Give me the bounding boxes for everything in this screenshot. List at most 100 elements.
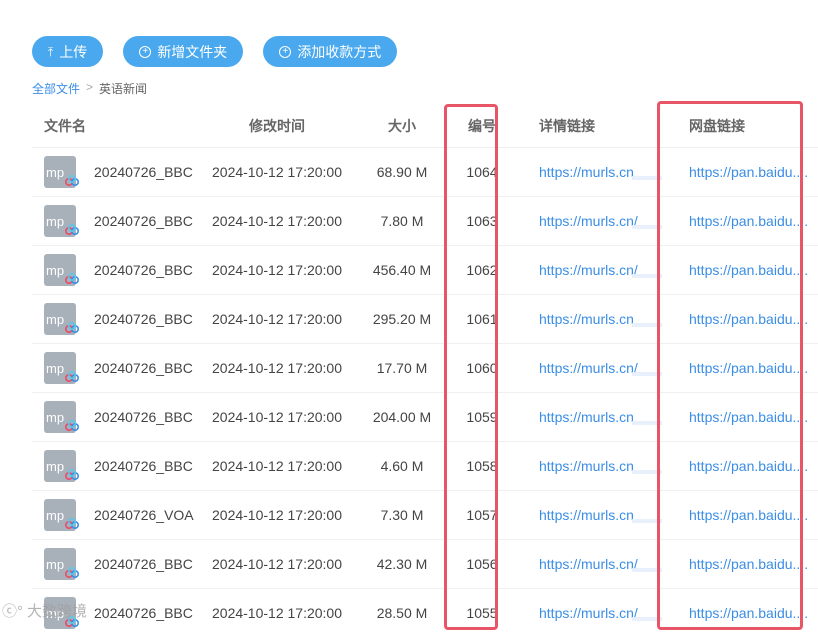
table-row[interactable]: mp 20240726_BBC 2024-10-12 17:20:00 204.00 … xyxy=(32,393,818,442)
file-name-cell[interactable]: mp 20240726_BBC xyxy=(32,401,202,433)
file-name[interactable]: 20240726_BBC xyxy=(94,409,193,425)
breadcrumb-separator: > xyxy=(86,80,94,94)
table-header: 文件名 修改时间 大小 编号 详情链接 网盘链接 xyxy=(32,104,818,148)
rings-icon xyxy=(64,469,80,481)
upload-button[interactable]: ⤒ 上传 xyxy=(32,36,104,67)
file-number: 1063 xyxy=(466,213,498,229)
video-file-icon: mp xyxy=(44,303,80,335)
table-row[interactable]: mp 20240726_BBC 2024-10-12 17:20:00 28.50 M… xyxy=(32,589,818,632)
redaction-blur xyxy=(632,225,662,229)
file-name-cell[interactable]: mp 20240726_VOA xyxy=(32,499,202,531)
file-name[interactable]: 20240726_BBC xyxy=(94,605,193,621)
file-number: 1059 xyxy=(466,409,498,425)
file-number: 1056 xyxy=(466,556,498,572)
rings-icon xyxy=(64,518,80,530)
detail-link[interactable]: https://murls.cn xyxy=(512,458,662,474)
file-name[interactable]: 20240726_BBC xyxy=(94,262,193,278)
add-payment-button[interactable]: + 添加收款方式 xyxy=(263,36,398,67)
table-row[interactable]: mp 20240726_VOA 2024-10-12 17:20:00 7.30 M 1… xyxy=(32,491,818,540)
file-name-cell[interactable]: mp 20240726_BBC xyxy=(32,254,202,286)
file-name-cell[interactable]: mp 20240726_BBC xyxy=(32,548,202,580)
file-type-label: mp xyxy=(46,262,65,278)
file-name-cell[interactable]: mp 20240726_BBC xyxy=(32,156,202,188)
table-row[interactable]: mp 20240726_BBC 2024-10-12 17:20:00 42.30 M… xyxy=(32,540,818,589)
watermark: ⓒ° 大数跨境 xyxy=(2,600,87,621)
file-size: 68.90 M xyxy=(376,164,428,180)
pan-link[interactable]: https://pan.baidu.... xyxy=(662,605,818,621)
detail-link-text[interactable]: https://murls.cn xyxy=(539,507,634,523)
new-folder-button[interactable]: + 新增文件夹 xyxy=(123,36,244,67)
detail-link[interactable]: https://murls.cn xyxy=(512,311,662,327)
file-name-cell[interactable]: mp 20240726_BBC xyxy=(32,303,202,335)
file-type-label: mp xyxy=(46,556,65,572)
detail-link-text[interactable]: https://murls.cn/ xyxy=(539,605,638,621)
pan-link[interactable]: https://pan.baidu.... xyxy=(662,556,818,572)
upload-icon: ⤒ xyxy=(48,44,54,59)
detail-link[interactable]: https://murls.cn/ xyxy=(512,605,662,621)
pan-link[interactable]: https://pan.baidu.... xyxy=(662,311,818,327)
header-name[interactable]: 文件名 xyxy=(32,116,202,136)
file-name[interactable]: 20240726_BBC xyxy=(94,164,193,180)
breadcrumb-root[interactable]: 全部文件 xyxy=(32,80,80,97)
detail-link[interactable]: https://murls.cn xyxy=(512,164,662,180)
detail-link-text[interactable]: https://murls.cn xyxy=(539,409,634,425)
detail-link[interactable]: https://murls.cn/ xyxy=(512,360,662,376)
table-row[interactable]: mp 20240726_BBC 2024-10-12 17:20:00 456.40 … xyxy=(32,246,818,295)
file-name[interactable]: 20240726_BBC xyxy=(94,556,193,572)
rings-icon xyxy=(64,567,80,579)
modified-time: 2024-10-12 17:20:00 xyxy=(212,458,342,474)
pan-link[interactable]: https://pan.baidu.... xyxy=(662,458,818,474)
toolbar: ⤒ 上传 + 新增文件夹 + 添加收款方式 xyxy=(32,36,398,67)
pan-link[interactable]: https://pan.baidu.... xyxy=(662,213,818,229)
header-time[interactable]: 修改时间 xyxy=(202,116,352,136)
detail-link[interactable]: https://murls.cn/ xyxy=(512,556,662,572)
detail-link-text[interactable]: https://murls.cn xyxy=(539,311,634,327)
table-row[interactable]: mp 20240726_BBC 2024-10-12 17:20:00 4.60 M 1… xyxy=(32,442,818,491)
add-payment-label: 添加收款方式 xyxy=(297,43,382,60)
modified-time: 2024-10-12 17:20:00 xyxy=(212,360,342,376)
table-row[interactable]: mp 20240726_BBC 2024-10-12 17:20:00 68.90 M… xyxy=(32,148,818,197)
file-size: 28.50 M xyxy=(376,605,428,621)
video-file-icon: mp xyxy=(44,352,80,384)
file-name-cell[interactable]: mp 20240726_BBC xyxy=(32,205,202,237)
redaction-blur xyxy=(632,323,662,327)
modified-time: 2024-10-12 17:20:00 xyxy=(212,556,342,572)
detail-link[interactable]: https://murls.cn xyxy=(512,507,662,523)
header-detail: 详情链接 xyxy=(539,117,595,134)
pan-link[interactable]: https://pan.baidu.... xyxy=(662,409,818,425)
detail-link-text[interactable]: https://murls.cn/ xyxy=(539,556,638,572)
modified-time: 2024-10-12 17:20:00 xyxy=(212,605,342,621)
detail-link-text[interactable]: https://murls.cn xyxy=(539,164,634,180)
pan-link[interactable]: https://pan.baidu.... xyxy=(662,507,818,523)
pan-link[interactable]: https://pan.baidu.... xyxy=(662,262,818,278)
upload-label: 上传 xyxy=(59,43,88,60)
detail-link-text[interactable]: https://murls.cn/ xyxy=(539,213,638,229)
modified-time: 2024-10-12 17:20:00 xyxy=(212,507,342,523)
header-size[interactable]: 大小 xyxy=(352,116,452,136)
rings-icon xyxy=(64,371,80,383)
file-name[interactable]: 20240726_BBC xyxy=(94,213,193,229)
redaction-blur xyxy=(632,421,662,425)
detail-link[interactable]: https://murls.cn xyxy=(512,409,662,425)
detail-link-text[interactable]: https://murls.cn xyxy=(539,458,634,474)
pan-link[interactable]: https://pan.baidu.... xyxy=(662,164,818,180)
table-row[interactable]: mp 20240726_BBC 2024-10-12 17:20:00 7.80 M 1… xyxy=(32,197,818,246)
detail-link[interactable]: https://murls.cn/ xyxy=(512,262,662,278)
file-name[interactable]: 20240726_BBC xyxy=(94,311,193,327)
header-number[interactable]: 编号 xyxy=(452,116,512,136)
file-type-label: mp xyxy=(46,458,65,474)
file-name[interactable]: 20240726_BBC xyxy=(94,458,193,474)
plus-circle-icon: + xyxy=(279,45,292,58)
file-name-cell[interactable]: mp 20240726_BBC xyxy=(32,352,202,384)
detail-link[interactable]: https://murls.cn/ xyxy=(512,213,662,229)
table-row[interactable]: mp 20240726_BBC 2024-10-12 17:20:00 17.70 M… xyxy=(32,344,818,393)
file-number: 1060 xyxy=(466,360,498,376)
table-row[interactable]: mp 20240726_BBC 2024-10-12 17:20:00 295.20 … xyxy=(32,295,818,344)
modified-time: 2024-10-12 17:20:00 xyxy=(212,409,342,425)
detail-link-text[interactable]: https://murls.cn/ xyxy=(539,360,638,376)
file-name[interactable]: 20240726_BBC xyxy=(94,360,193,376)
file-name[interactable]: 20240726_VOA xyxy=(94,507,194,523)
pan-link[interactable]: https://pan.baidu.... xyxy=(662,360,818,376)
file-name-cell[interactable]: mp 20240726_BBC xyxy=(32,450,202,482)
detail-link-text[interactable]: https://murls.cn/ xyxy=(539,262,638,278)
